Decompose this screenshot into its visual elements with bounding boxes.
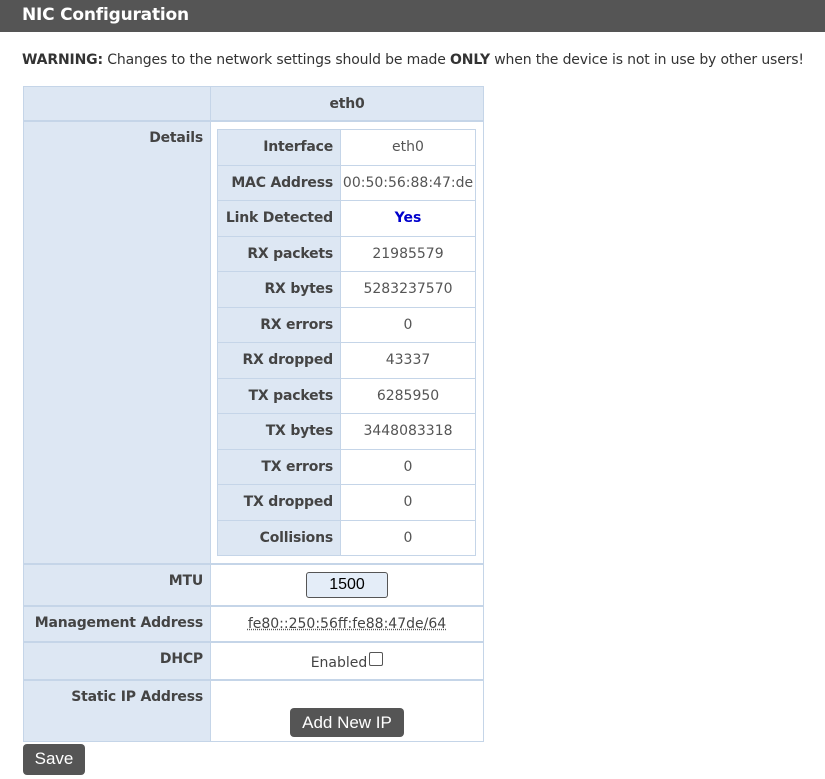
details-value: 0 — [340, 519, 476, 556]
details-row: Collisions 0 — [217, 519, 476, 556]
details-value: 00:50:56:88:47:de — [340, 164, 476, 201]
details-key: Link Detected — [217, 200, 341, 237]
details-row: RX dropped 43337 — [217, 342, 476, 379]
details-label: Details — [24, 122, 211, 563]
header-blank-cell — [24, 87, 211, 122]
details-key: TX dropped — [217, 484, 341, 521]
details-value: 0 — [340, 306, 476, 343]
details-key: TX packets — [217, 377, 341, 414]
column-header-eth0: eth0 — [211, 87, 483, 122]
warning-message: WARNING: Changes to the network settings… — [22, 51, 825, 69]
page-title: NIC Configuration — [22, 5, 189, 25]
mtu-cell: 1500 — [211, 563, 483, 605]
details-table: Interface eth0 MAC Address 00:50:56:88:47:d… — [217, 129, 476, 556]
details-value: 21985579 — [340, 235, 476, 272]
details-value: 0 — [340, 448, 476, 485]
warning-text-2: when the device is not in use by other u… — [489, 52, 804, 68]
warning-prefix: WARNING: — [22, 52, 103, 68]
dhcp-checkbox[interactable] — [369, 651, 384, 666]
dhcp-cell: Enabled — [211, 641, 483, 679]
management-address-value: fe80::250:56ff:fe88:47de/64 — [247, 616, 447, 632]
static-ip-label: Static IP Address — [24, 679, 211, 741]
mtu-label: MTU — [24, 563, 211, 605]
details-key: RX bytes — [217, 271, 341, 308]
details-value: 43337 — [340, 342, 476, 379]
details-key: RX errors — [217, 306, 341, 343]
management-address-label: Management Address — [24, 605, 211, 641]
details-key: TX errors — [217, 448, 341, 485]
details-row: TX packets 6285950 — [217, 377, 476, 414]
warning-emphasis: ONLY — [450, 52, 490, 68]
details-key: RX packets — [217, 235, 341, 272]
dhcp-label: DHCP — [24, 641, 211, 679]
dhcp-enabled-label: Enabled — [310, 654, 368, 671]
mtu-input[interactable]: 1500 — [306, 572, 388, 598]
details-row: RX packets 21985579 — [217, 235, 476, 272]
details-cell: Interface eth0 MAC Address 00:50:56:88:47:d… — [211, 122, 483, 563]
save-button[interactable]: Save — [23, 744, 85, 775]
details-row: TX errors 0 — [217, 448, 476, 485]
details-row: TX bytes 3448083318 — [217, 413, 476, 450]
details-key: MAC Address — [217, 164, 341, 201]
static-ip-cell: Add New IP — [211, 679, 483, 741]
details-key: Collisions — [217, 519, 341, 556]
management-address-cell: fe80::250:56ff:fe88:47de/64 — [211, 605, 483, 641]
details-value: 3448083318 — [340, 413, 476, 450]
details-row: TX dropped 0 — [217, 484, 476, 521]
page-header: NIC Configuration — [0, 0, 825, 32]
details-value: 0 — [340, 484, 476, 521]
details-row: Interface eth0 — [217, 129, 476, 166]
details-key: TX bytes — [217, 413, 341, 450]
warning-text-1: Changes to the network settings should b… — [102, 52, 451, 68]
details-row: MAC Address 00:50:56:88:47:de — [217, 164, 476, 201]
details-value: 5283237570 — [340, 271, 476, 308]
details-key: Interface — [217, 129, 341, 166]
details-value: eth0 — [340, 129, 476, 166]
details-row: RX bytes 5283237570 — [217, 271, 476, 308]
details-value: Yes — [340, 200, 476, 237]
add-new-ip-button[interactable]: Add New IP — [290, 708, 404, 737]
nic-config-table: eth0 Details Interface eth0 MAC Address 00:… — [23, 86, 484, 742]
details-value: 6285950 — [340, 377, 476, 414]
details-key: RX dropped — [217, 342, 341, 379]
details-row: Link Detected Yes — [217, 200, 476, 237]
details-row: RX errors 0 — [217, 306, 476, 343]
